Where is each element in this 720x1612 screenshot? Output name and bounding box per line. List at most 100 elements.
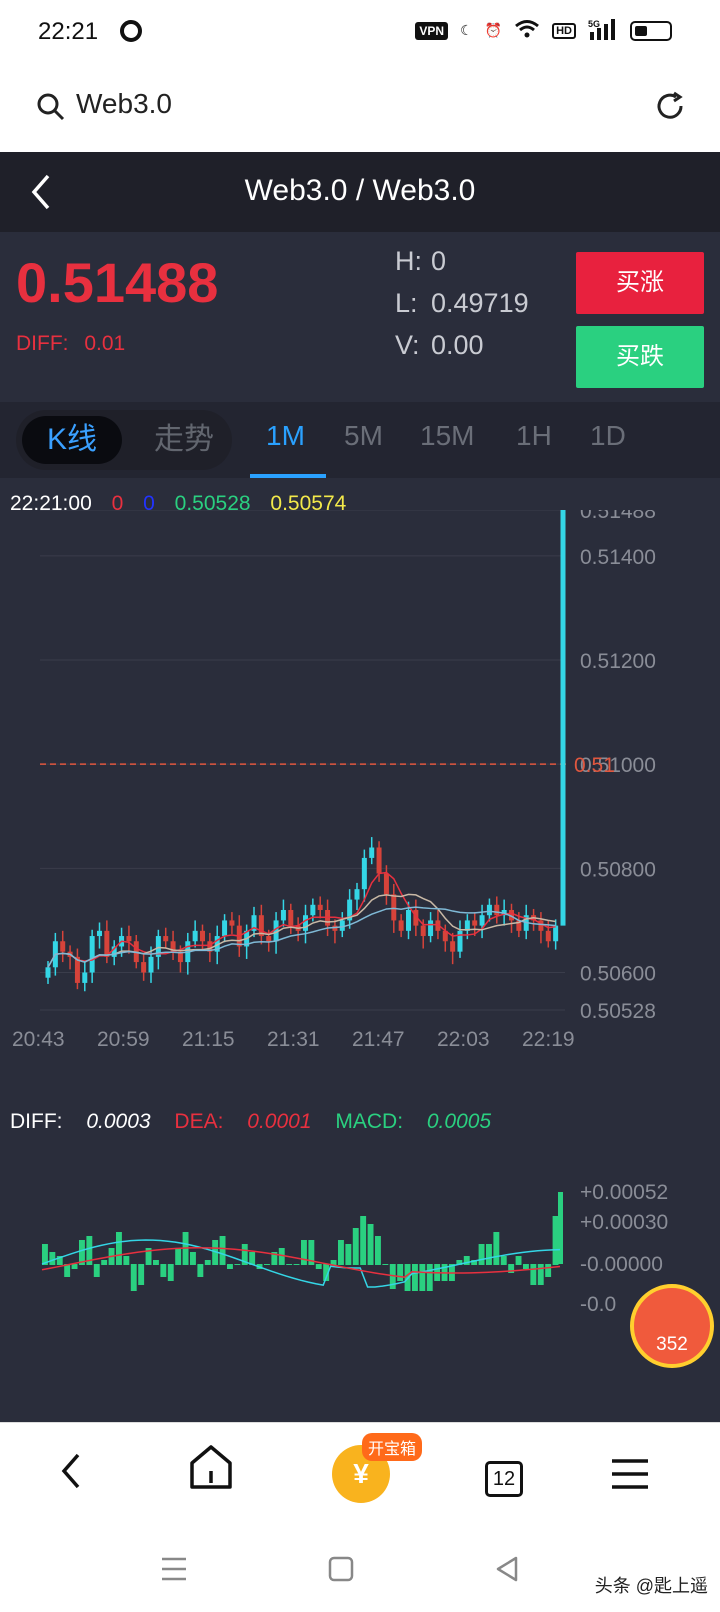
candle-body xyxy=(420,925,426,937)
page-title: Web3.0 / Web3.0 xyxy=(244,174,476,207)
menu-icon[interactable] xyxy=(610,1457,650,1491)
vpn-icon: VPN xyxy=(415,21,449,40)
high-label: H: xyxy=(395,246,422,276)
candle-body xyxy=(457,930,463,952)
search-query[interactable]: Web3.0 xyxy=(76,88,172,120)
macd-bar xyxy=(116,1232,122,1265)
candle-body xyxy=(82,972,88,983)
macd-bar xyxy=(227,1264,233,1269)
macd-diff-value: 0.0003 xyxy=(86,1110,151,1133)
macd-readout: DIFF: 0.0003 DEA: 0.0001 MACD: 0.0005 xyxy=(10,1110,509,1134)
chart-type-toggle: K线 走势 xyxy=(16,410,232,470)
candle-body xyxy=(148,956,154,973)
watermark: 头条 @匙上遥 xyxy=(594,1576,708,1596)
candle-body xyxy=(280,910,286,921)
y-tick-label: 0.50528 xyxy=(580,1000,656,1023)
refresh-icon[interactable] xyxy=(654,90,686,122)
candle-body xyxy=(222,920,228,937)
period-5m[interactable]: 5M xyxy=(344,420,383,452)
battery-icon xyxy=(630,20,672,41)
macd-y-tick-label: +0.00052 xyxy=(580,1181,668,1204)
candle-body xyxy=(229,920,235,926)
macd-bar xyxy=(382,1264,389,1265)
tab-trend[interactable]: 走势 xyxy=(144,416,224,464)
reference-label: 0.51 xyxy=(574,754,615,777)
clock: 22:21 xyxy=(38,18,99,45)
x-tick-label: 22:03 xyxy=(437,1028,490,1050)
status-icons: VPN ☾ ⏰ HD 5G xyxy=(415,18,672,43)
chart-tabs: K线 走势 1M 5M 15M 1H 1D xyxy=(0,402,720,478)
candle-body xyxy=(428,920,434,937)
candle-body xyxy=(141,962,147,973)
macd-bar xyxy=(301,1240,307,1265)
macd-macd: MACD: 0.0005 xyxy=(335,1110,491,1133)
macd-bar xyxy=(71,1264,78,1269)
period-1d[interactable]: 1D xyxy=(590,420,626,452)
diff-readout: DIFF: 0.01 xyxy=(16,332,125,356)
macd-bar xyxy=(345,1244,352,1265)
candle-body xyxy=(192,930,198,942)
macd-bar xyxy=(93,1264,100,1277)
home-system-icon[interactable] xyxy=(328,1556,354,1582)
macd-bar xyxy=(101,1260,108,1265)
wifi-icon xyxy=(514,19,540,42)
macd-bar xyxy=(426,1264,433,1291)
candle-body xyxy=(317,904,323,910)
macd-bar xyxy=(130,1264,137,1291)
app-header: Web3.0 / Web3.0 xyxy=(0,152,720,232)
candle-body xyxy=(383,873,389,895)
treasure-label[interactable]: 开宝箱 xyxy=(362,1433,423,1461)
macd-bar xyxy=(552,1216,559,1265)
candle-body xyxy=(354,889,360,900)
browser-search-bar[interactable]: Web3.0 xyxy=(0,64,720,152)
x-tick-label: 21:31 xyxy=(267,1028,320,1050)
macd-diff: DIFF: 0.0003 xyxy=(10,1110,151,1133)
macd-bar xyxy=(545,1264,552,1277)
recents-icon[interactable] xyxy=(160,1556,188,1582)
app-notification-icon xyxy=(120,20,142,42)
macd-bar xyxy=(286,1264,293,1265)
period-1h[interactable]: 1H xyxy=(516,420,552,452)
macd-bar xyxy=(338,1240,344,1265)
candle-body xyxy=(288,910,294,926)
macd-dea-label: DEA: xyxy=(174,1110,224,1133)
candle-body xyxy=(450,941,456,952)
macd-bar xyxy=(234,1264,241,1265)
home-icon[interactable] xyxy=(188,1443,234,1491)
candle-body xyxy=(545,930,551,942)
macd-y-tick-label: -0.00000 xyxy=(580,1253,663,1276)
quote-panel: 0.51488 DIFF: 0.01 H: 0 L: 0.49719 V: 0.00 … xyxy=(0,232,720,400)
tab-count-button[interactable]: 12 xyxy=(485,1461,523,1497)
high-readout: H: 0 xyxy=(395,246,446,277)
macd-chart[interactable]: +0.00052 +0.00030 -0.00000 -0.0 xyxy=(0,1152,720,1322)
candle-body xyxy=(406,910,411,931)
buy-down-button[interactable]: 买跌 xyxy=(576,326,704,388)
candle-body xyxy=(376,847,382,874)
back-system-icon[interactable] xyxy=(494,1556,520,1582)
candle-body xyxy=(60,941,66,952)
buy-up-button[interactable]: 买涨 xyxy=(576,252,704,314)
macd-bar xyxy=(486,1244,492,1265)
candle-body xyxy=(553,925,559,942)
status-bar: 22:21 VPN ☾ ⏰ HD 5G xyxy=(0,0,720,64)
x-tick-label: 21:15 xyxy=(182,1028,235,1050)
macd-bar xyxy=(219,1236,226,1265)
candle-body xyxy=(310,904,316,916)
diff-label: DIFF: xyxy=(16,332,69,355)
svg-text:5G: 5G xyxy=(588,19,600,29)
back-nav-icon[interactable] xyxy=(56,1449,86,1493)
period-15m[interactable]: 15M xyxy=(420,420,474,452)
reward-badge[interactable]: 352 xyxy=(630,1284,714,1368)
low-value: 0.49719 xyxy=(431,288,529,318)
macd-bar xyxy=(49,1252,56,1265)
macd-bar xyxy=(352,1228,359,1265)
macd-dea: DEA: 0.0001 xyxy=(174,1110,311,1133)
diff-value: 0.01 xyxy=(84,332,126,355)
period-1m[interactable]: 1M xyxy=(266,420,305,452)
tab-kline[interactable]: K线 xyxy=(22,416,122,464)
macd-macd-label: MACD: xyxy=(335,1110,404,1133)
candlestick-chart[interactable]: 0.514880.514000.512000.510000.508000.506… xyxy=(0,510,720,1050)
active-period-indicator xyxy=(250,474,326,478)
current-price: 0.51488 xyxy=(16,251,219,314)
hd-icon: HD xyxy=(552,22,576,39)
